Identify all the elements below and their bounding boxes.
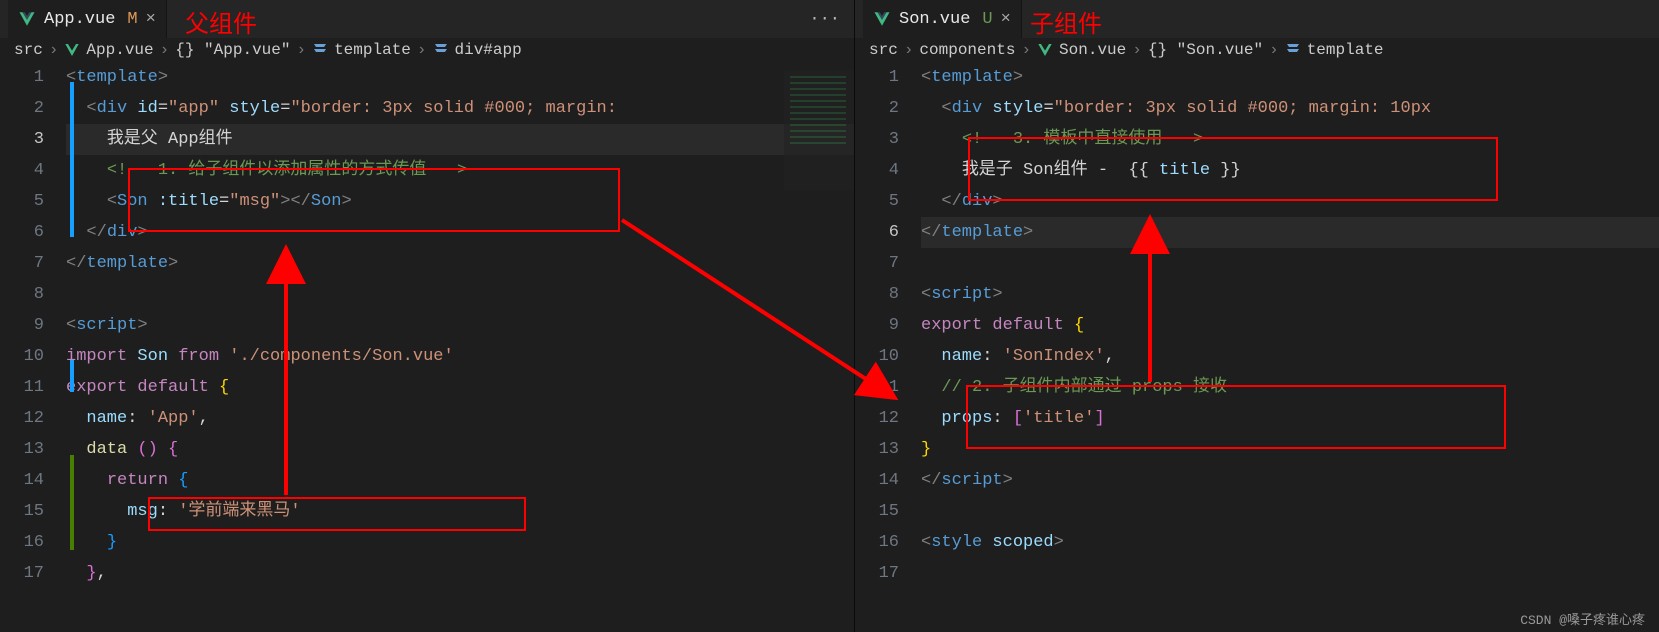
tab-more-icon[interactable]: ··· — [795, 0, 854, 38]
code-line[interactable]: export default { — [921, 310, 1659, 341]
code-line[interactable]: </script> — [921, 465, 1659, 496]
editor-pane-right: Son.vue U × 子组件 src› components› Son.vue… — [855, 0, 1659, 632]
close-icon[interactable]: × — [146, 10, 156, 29]
code-line[interactable]: props: ['title'] — [921, 403, 1659, 434]
watermark: CSDN @嗓子疼谁心疼 — [1520, 609, 1645, 628]
breadcrumb-left[interactable]: src› App.vue› {} "App.vue"› template› di… — [0, 38, 854, 62]
close-icon[interactable]: × — [1001, 10, 1011, 29]
git-status-modified: M — [127, 10, 137, 29]
code-line[interactable]: 我是子 Son组件 - {{ title }} — [921, 155, 1659, 186]
tabs-right: Son.vue U × — [855, 0, 1659, 38]
code-editor-left[interactable]: 1234567891011121314151617 <template> <di… — [0, 62, 854, 589]
code-line[interactable]: <script> — [66, 310, 854, 341]
code-line[interactable]: // 2. 子组件内部通过 props 接收 — [921, 372, 1659, 403]
git-status-untracked: U — [982, 10, 992, 29]
code-line[interactable]: }, — [66, 558, 854, 589]
code-line[interactable]: <Son :title="msg"></Son> — [66, 186, 854, 217]
code-line[interactable]: <div id="app" style="border: 3px solid #… — [66, 93, 854, 124]
code-line[interactable]: import Son from './components/Son.vue' — [66, 341, 854, 372]
tab-label: Son.vue — [899, 10, 970, 29]
code-line[interactable]: } — [921, 434, 1659, 465]
code-line[interactable]: </div> — [66, 217, 854, 248]
code-line[interactable]: name: 'SonIndex', — [921, 341, 1659, 372]
vue-icon — [18, 10, 36, 28]
annotation-child: 子组件 — [1030, 4, 1102, 39]
minimap-left[interactable] — [784, 70, 854, 190]
code-line[interactable]: <template> — [921, 62, 1659, 93]
tab-label: App.vue — [44, 10, 115, 29]
vue-icon — [873, 10, 891, 28]
code-line[interactable]: <template> — [66, 62, 854, 93]
code-line[interactable]: name: 'App', — [66, 403, 854, 434]
breadcrumb-right[interactable]: src› components› Son.vue› {} "Son.vue"› … — [855, 38, 1659, 62]
code-line[interactable]: } — [66, 527, 854, 558]
tabs-left: App.vue M × ··· — [0, 0, 854, 38]
code-line[interactable]: <!-- 3. 模板中直接使用 --> — [921, 124, 1659, 155]
annotation-parent: 父组件 — [185, 4, 257, 39]
code-line[interactable]: </template> — [66, 248, 854, 279]
code-line[interactable]: <style scoped> — [921, 527, 1659, 558]
code-line[interactable]: </div> — [921, 186, 1659, 217]
code-line[interactable]: return { — [66, 465, 854, 496]
code-line[interactable]: data () { — [66, 434, 854, 465]
tab-son-vue[interactable]: Son.vue U × — [863, 0, 1022, 38]
code-line[interactable]: <script> — [921, 279, 1659, 310]
code-line[interactable] — [921, 248, 1659, 279]
code-editor-right[interactable]: 1234567891011121314151617 <template> <di… — [855, 62, 1659, 589]
code-line[interactable]: <div style="border: 3px solid #000; marg… — [921, 93, 1659, 124]
code-line[interactable] — [921, 558, 1659, 589]
code-line[interactable] — [921, 496, 1659, 527]
code-line[interactable] — [66, 279, 854, 310]
code-line[interactable]: <!-- 1. 给子组件以添加属性的方式传值 --> — [66, 155, 854, 186]
code-line[interactable]: 我是父 App组件 — [66, 124, 854, 155]
code-line[interactable]: export default { — [66, 372, 854, 403]
editor-pane-left: App.vue M × ··· 父组件 src› App.vue› {} "Ap… — [0, 0, 855, 632]
code-line[interactable]: msg: '学前端来黑马' — [66, 496, 854, 527]
tab-app-vue[interactable]: App.vue M × — [8, 0, 167, 38]
code-line[interactable]: </template> — [921, 217, 1659, 248]
